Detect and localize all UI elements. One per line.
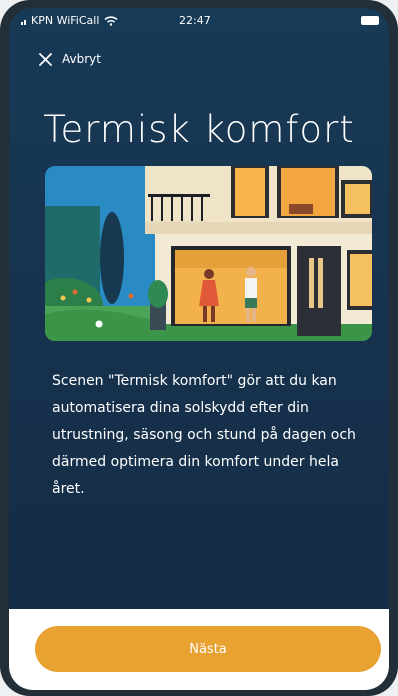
scene-illustration (45, 166, 372, 341)
scene-description: Scenen "Termisk komfort" gör att du kan … (52, 373, 356, 497)
next-button[interactable]: Nästa (35, 626, 381, 672)
page-title: Termisk komfort (43, 108, 355, 151)
signal-icon (21, 17, 26, 25)
footer-bar: Nästa (9, 609, 389, 690)
wifi-icon (104, 15, 118, 26)
status-left: KPN WiFiCall (21, 14, 118, 27)
status-bar: KPN WiFiCall 22:47 (9, 8, 389, 30)
phone-frame: KPN WiFiCall 22:47 Avbryt Termisk komfor… (0, 0, 398, 696)
cancel-label: Avbryt (62, 52, 101, 66)
status-time: 22:47 (179, 14, 211, 27)
cancel-button[interactable]: Avbryt (39, 52, 101, 66)
app-screen: KPN WiFiCall 22:47 Avbryt Termisk komfor… (9, 8, 389, 690)
carrier-label: KPN WiFiCall (31, 14, 100, 27)
house-illustration (45, 166, 372, 341)
close-icon (39, 52, 52, 66)
battery-icon (361, 16, 379, 25)
